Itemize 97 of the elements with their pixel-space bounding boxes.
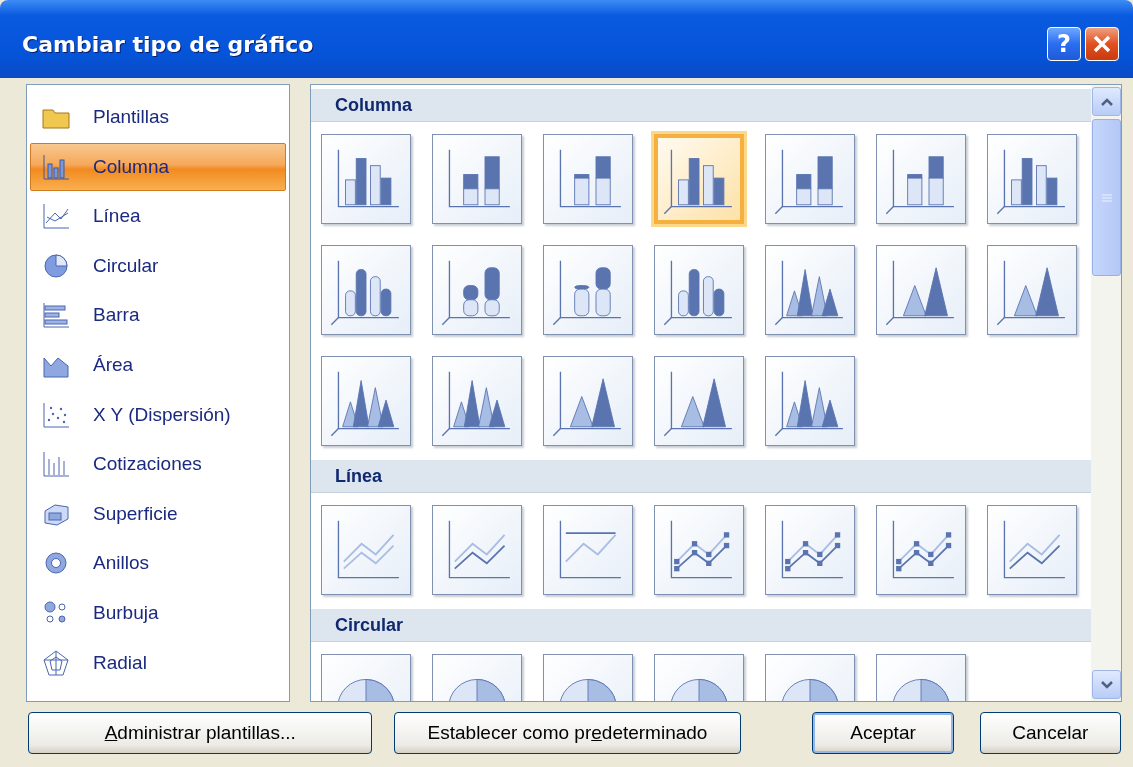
column-chart-drawing — [330, 260, 400, 326]
chart-thumbnail[interactable] — [876, 134, 966, 224]
line-chart-drawing — [337, 520, 400, 579]
column-chart-drawing — [996, 149, 1066, 215]
column-chart-drawing — [663, 149, 733, 215]
window-title: Cambiar tipo de gráfico — [22, 31, 314, 57]
chevron-up-icon — [1099, 96, 1114, 107]
chart-thumbnail[interactable] — [321, 505, 411, 595]
chart-type-item[interactable]: Cotizaciones — [30, 440, 286, 489]
scrollbar[interactable] — [1091, 85, 1121, 701]
column-chart-drawing — [885, 260, 955, 326]
chart-type-label: Circular — [93, 254, 159, 277]
close-icon — [1092, 34, 1112, 54]
chart-type-label: Radial — [93, 651, 147, 674]
section-header: Línea — [311, 460, 1091, 493]
scroll-up-button[interactable] — [1092, 87, 1121, 116]
chart-thumbnail[interactable] — [543, 134, 633, 224]
chart-thumbnail[interactable] — [654, 505, 744, 595]
chart-thumbnail[interactable] — [876, 505, 966, 595]
column-chart-drawing — [663, 260, 733, 326]
chart-type-label: Columna — [93, 155, 170, 178]
chart-type-label: Área — [93, 353, 134, 376]
chart-thumbnail[interactable] — [765, 356, 855, 446]
column-chart-drawing — [441, 371, 511, 437]
chart-type-item[interactable]: Área — [30, 340, 286, 389]
chart-type-label: Anillos — [93, 552, 149, 575]
line-chart-drawing — [559, 520, 622, 579]
section-header: Circular — [311, 609, 1091, 642]
chart-thumbnail[interactable] — [654, 356, 744, 446]
chart-thumbnail[interactable] — [987, 245, 1077, 335]
chart-type-label: Superficie — [93, 502, 178, 525]
stock-chart-icon — [41, 449, 71, 480]
chart-thumbnail[interactable] — [543, 505, 633, 595]
line-chart-drawing — [670, 520, 733, 579]
column-chart-drawing — [552, 371, 622, 437]
chart-thumbnail[interactable] — [765, 505, 855, 595]
chart-type-item[interactable]: X Y (Dispersión) — [30, 390, 286, 439]
chart-thumbnail[interactable] — [987, 134, 1077, 224]
section-header: Columna — [311, 89, 1091, 122]
column-chart-drawing — [663, 371, 733, 437]
column-chart-drawing — [552, 260, 622, 326]
column-chart-drawing — [774, 260, 844, 326]
chart-type-label: Barra — [93, 304, 140, 327]
chart-thumbnail[interactable] — [543, 245, 633, 335]
chart-type-item[interactable]: Anillos — [30, 539, 286, 588]
chart-type-item[interactable]: Columna — [30, 142, 286, 191]
chevron-down-icon — [1099, 679, 1114, 690]
column-chart-drawing — [885, 149, 955, 215]
chart-type-item[interactable]: Burbuja — [30, 588, 286, 637]
bar-chart-icon — [41, 300, 71, 331]
chart-type-label: Burbuja — [93, 601, 159, 624]
chart-thumbnail[interactable] — [765, 134, 855, 224]
chart-thumbnail[interactable] — [987, 505, 1077, 595]
chart-thumbnail[interactable] — [432, 356, 522, 446]
chart-thumbnail[interactable] — [654, 134, 744, 224]
line-chart-drawing — [892, 520, 955, 579]
chart-type-item[interactable]: Línea — [30, 192, 286, 241]
dialog-button[interactable]: Administrar plantillas... — [28, 712, 373, 754]
chart-thumbnail[interactable] — [876, 245, 966, 335]
chart-thumbnail[interactable] — [543, 356, 633, 446]
column-chart-drawing — [774, 149, 844, 215]
chart-thumbnail[interactable] — [765, 245, 855, 335]
chart-type-label: X Y (Dispersión) — [93, 403, 231, 426]
column-chart-drawing — [337, 149, 400, 208]
dialog-button[interactable]: Aceptar — [812, 712, 954, 754]
chart-type-label: Plantillas — [93, 106, 170, 128]
line-chart-drawing — [448, 520, 511, 579]
dialog-button[interactable]: Cancelar — [979, 712, 1121, 754]
chart-thumbnail[interactable] — [432, 245, 522, 335]
chart-thumbnail[interactable] — [654, 245, 744, 335]
chart-type-item[interactable]: Radial — [30, 638, 286, 687]
line-chart-drawing — [1003, 520, 1066, 579]
chart-thumbnail[interactable] — [321, 245, 411, 335]
chart-thumbnail[interactable] — [321, 356, 411, 446]
chart-type-item[interactable]: Barra — [30, 291, 286, 340]
chart-thumbnail[interactable] — [432, 134, 522, 224]
scroll-down-button[interactable] — [1092, 670, 1121, 699]
dialog-button[interactable]: Establecer como predeterminado — [394, 712, 741, 754]
chart-type-item[interactable]: Plantillas — [30, 93, 286, 141]
column-chart-drawing — [559, 149, 622, 208]
chart-thumbnail[interactable] — [321, 134, 411, 224]
column-chart-drawing — [774, 371, 844, 437]
line-chart-drawing — [781, 520, 844, 579]
chart-type-label: Cotizaciones — [93, 453, 202, 476]
column-chart-drawing — [330, 371, 400, 437]
help-button[interactable]: ? — [1047, 27, 1081, 61]
grip-icon — [1100, 192, 1113, 203]
column-chart-drawing — [441, 260, 511, 326]
line-chart-icon — [41, 201, 71, 232]
column-chart-drawing — [996, 260, 1066, 326]
chart-type-item[interactable]: Superficie — [30, 489, 286, 538]
chart-type-item[interactable]: Circular — [30, 241, 286, 290]
column-chart-drawing — [448, 149, 511, 208]
chart-type-label: Línea — [93, 205, 141, 228]
scroll-thumb[interactable] — [1092, 119, 1121, 276]
chart-thumbnail[interactable] — [432, 505, 522, 595]
close-button[interactable] — [1085, 27, 1119, 61]
